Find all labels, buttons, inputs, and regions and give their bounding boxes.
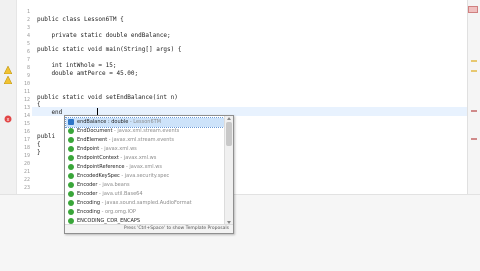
line-number: 21 (23, 169, 30, 175)
line-number: 19 (23, 153, 30, 159)
proposal-name: EncodedKeySpec (77, 173, 120, 179)
proposal-package: - javax.xml.ws (118, 155, 157, 161)
line-number: 8 (26, 65, 30, 71)
class-icon (68, 200, 74, 206)
proposal-item[interactable]: Encoding - org.omg.IOP (66, 208, 224, 217)
proposal-name: EndpointReference (77, 164, 125, 170)
class-icon (68, 146, 74, 152)
overview-ruler[interactable] (467, 0, 480, 194)
line-number: 3 (26, 25, 30, 31)
scroll-up-icon[interactable] (227, 117, 231, 120)
proposal-item[interactable]: EncodedKeySpec - java.security.spec (66, 172, 224, 181)
class-icon (68, 128, 74, 134)
field-icon (68, 119, 74, 125)
error-overview-mark[interactable] (471, 138, 477, 140)
line-number: 22 (23, 177, 30, 183)
proposal-item[interactable]: endBalance : double - Lesson6TM (65, 117, 225, 128)
class-icon (68, 191, 74, 197)
popup-footer-hint: Press 'Ctrl+Space' to show Template Prop… (65, 224, 233, 233)
line-number: 10 (23, 81, 30, 87)
proposal-package: - Lesson6TM (128, 119, 162, 125)
proposal-package: - javax.sound.sampled.AudioFormat (100, 200, 192, 206)
proposal-name: EndDocument (77, 128, 113, 134)
code-line[interactable]: int intWhole = 15; (37, 62, 116, 69)
line-number: 2 (26, 17, 30, 23)
line-number: 15 (23, 121, 30, 127)
code-line[interactable]: private static double endBalance; (37, 32, 170, 39)
proposal-item[interactable]: Encoding - javax.sound.sampled.AudioForm… (66, 199, 224, 208)
line-number: 18 (23, 145, 30, 151)
proposal-package: - java.beans (97, 182, 130, 188)
code-line[interactable]: { (37, 101, 41, 108)
error-summary-icon[interactable] (468, 6, 478, 13)
line-number: 1 (26, 9, 30, 15)
code-line[interactable]: publi (37, 133, 55, 140)
line-number: 6 (26, 49, 30, 55)
error-overview-mark[interactable] (471, 110, 477, 112)
warning-marker-icon[interactable] (3, 69, 13, 85)
line-number: 5 (26, 41, 30, 47)
proposal-package: - javax.xml.stream.events (107, 137, 174, 143)
class-icon (68, 173, 74, 179)
code-line[interactable]: public static void main(String[] args) { (37, 46, 182, 53)
code-line[interactable]: public class Lesson6TM { (37, 16, 124, 23)
line-number: 12 (23, 97, 30, 103)
line-numbers: 1 2 3 4 5 6 7 8 9 10 11 12 13 14 15 16 1… (16, 0, 32, 194)
line-number: 4 (26, 33, 30, 39)
class-icon (68, 137, 74, 143)
line-number: 17 (23, 137, 30, 143)
proposal-package: - org.omg.IOP (100, 209, 136, 215)
proposal-item[interactable]: EndpointContext - javax.xml.ws (66, 154, 224, 163)
code-line[interactable]: end (37, 109, 62, 116)
proposal-name: endBalance : double (77, 119, 129, 125)
proposal-name: Encoder (77, 182, 98, 188)
proposal-package: - java.util.Base64 (97, 191, 143, 197)
proposal-name: EndElement (77, 137, 108, 143)
line-number: 16 (23, 129, 30, 135)
content-assist-popup[interactable]: endBalance : double - Lesson6TM EndDocum… (64, 115, 234, 234)
code-line[interactable]: public static void setEndBalance(int n) (37, 94, 178, 101)
proposal-item[interactable]: Encoder - java.beans (66, 181, 224, 190)
class-icon (68, 209, 74, 215)
proposal-package: - java.security.spec (119, 173, 170, 179)
proposal-scrollbar[interactable] (224, 116, 233, 225)
proposal-name: EndpointContext (77, 155, 119, 161)
line-number: 11 (23, 89, 30, 95)
code-line[interactable]: } (37, 149, 41, 156)
proposal-item[interactable]: EndElement - javax.xml.stream.events (66, 136, 224, 145)
warning-marker-icon[interactable] (3, 59, 13, 75)
scroll-thumb[interactable] (226, 122, 232, 146)
code-line[interactable]: { (37, 141, 41, 148)
proposal-name: Encoding (77, 200, 101, 206)
line-number: 20 (23, 161, 30, 167)
code-line[interactable]: double amtPerce = 45.00; (37, 70, 138, 77)
proposal-item[interactable]: Encoder - java.util.Base64 (66, 190, 224, 199)
class-icon (68, 164, 74, 170)
proposal-name: Encoding (77, 209, 101, 215)
svg-text:x: x (7, 117, 10, 123)
line-number: 23 (23, 185, 30, 191)
proposal-package: - javax.xml.stream.events (112, 128, 180, 134)
warning-overview-mark[interactable] (471, 70, 477, 72)
error-marker-icon[interactable]: x (4, 108, 12, 123)
warning-overview-mark[interactable] (471, 60, 477, 62)
editor-gutter (0, 0, 17, 194)
line-number: 13 (23, 105, 30, 111)
line-number: 9 (26, 73, 30, 79)
proposal-package: - javax.xml.ws (99, 146, 137, 152)
proposal-package: - javax.xml.ws (124, 164, 162, 170)
proposal-name: Encoder (77, 191, 98, 197)
proposal-item[interactable]: Endpoint - javax.xml.ws (66, 145, 224, 154)
proposal-item[interactable]: EndDocument - javax.xml.stream.events (66, 127, 224, 136)
class-icon (68, 155, 74, 161)
proposal-name: Endpoint (77, 146, 100, 152)
line-number: 7 (26, 57, 30, 63)
proposal-list[interactable]: endBalance : double - Lesson6TM EndDocum… (65, 116, 225, 225)
class-icon (68, 182, 74, 188)
line-number: 14 (23, 113, 30, 119)
proposal-item[interactable]: EndpointReference - javax.xml.ws (66, 163, 224, 172)
